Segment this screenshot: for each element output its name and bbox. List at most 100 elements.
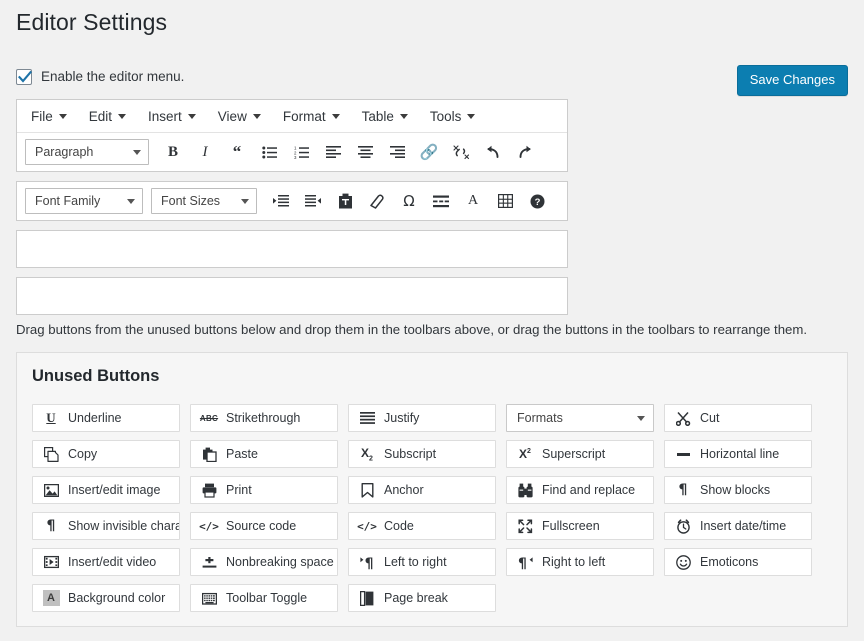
angle-brackets-icon: </> xyxy=(199,517,219,535)
drag-hint-text: Drag buttons from the unused buttons bel… xyxy=(16,322,807,337)
unused-button-background-color[interactable]: ABackground color xyxy=(32,584,180,612)
font-sizes-select[interactable]: Font Sizes xyxy=(151,188,257,214)
enable-editor-menu-label: Enable the editor menu. xyxy=(41,70,184,84)
paragraph-format-select[interactable]: Paragraph xyxy=(25,139,149,165)
unused-button-toolbar-toggle[interactable]: Toolbar Toggle xyxy=(190,584,338,612)
font-family-select[interactable]: Font Family xyxy=(25,188,143,214)
menu-item-file[interactable]: File xyxy=(31,109,67,124)
unused-button-print[interactable]: Print xyxy=(190,476,338,504)
unused-button-left-to-right[interactable]: ¶ Left to right xyxy=(348,548,496,576)
unused-button-label: Justify xyxy=(384,412,419,425)
unused-button-label: Insert date/time xyxy=(700,520,786,533)
text-color-icon[interactable]: A xyxy=(457,186,489,216)
menu-item-format[interactable]: Format xyxy=(283,109,340,124)
unused-button-page-break[interactable]: Page break xyxy=(348,584,496,612)
unused-button-insert-edit-image[interactable]: Insert/edit image xyxy=(32,476,180,504)
unused-button-label: Copy xyxy=(68,448,97,461)
svg-text:¶: ¶ xyxy=(364,556,373,570)
enable-editor-menu-checkbox[interactable] xyxy=(16,69,32,85)
unused-button-insert-date-time[interactable]: Insert date/time xyxy=(664,512,812,540)
insert-link-icon[interactable]: 🔗 xyxy=(413,137,445,167)
empty-toolbar-row-4[interactable] xyxy=(16,277,568,315)
unused-select-formats[interactable]: Formats xyxy=(506,404,654,432)
unused-button-right-to-left[interactable]: ¶Right to left xyxy=(506,548,654,576)
chevron-down-icon xyxy=(127,199,135,204)
unused-button-label: Insert/edit video xyxy=(68,556,156,569)
menu-item-table[interactable]: Table xyxy=(362,109,408,124)
image-icon xyxy=(41,481,61,499)
unused-button-emoticons[interactable]: Emoticons xyxy=(664,548,812,576)
menu-item-view[interactable]: View xyxy=(218,109,261,124)
blockquote-icon[interactable]: “ xyxy=(221,137,253,167)
unused-button-show-blocks[interactable]: ¶Show blocks xyxy=(664,476,812,504)
unused-button-cut[interactable]: Cut xyxy=(664,404,812,432)
chevron-down-icon xyxy=(241,199,249,204)
bullet-list-icon[interactable] xyxy=(253,137,285,167)
toolbar-panel-2: Font Family Font Sizes xyxy=(16,181,568,221)
clear-formatting-icon[interactable] xyxy=(361,186,393,216)
ltr-pilcrow-icon: ¶ xyxy=(357,553,377,571)
menu-item-edit[interactable]: Edit xyxy=(89,109,126,124)
unused-button-subscript[interactable]: X2Subscript xyxy=(348,440,496,468)
unused-button-underline[interactable]: UUnderline xyxy=(32,404,180,432)
insert-table-icon[interactable] xyxy=(489,186,521,216)
align-right-icon[interactable] xyxy=(381,137,413,167)
increase-indent-icon[interactable] xyxy=(265,186,297,216)
menu-item-insert[interactable]: Insert xyxy=(148,109,196,124)
unused-button-code[interactable]: </>Code xyxy=(348,512,496,540)
unused-button-fullscreen[interactable]: Fullscreen xyxy=(506,512,654,540)
align-left-icon[interactable] xyxy=(317,137,349,167)
copy-icon xyxy=(41,445,61,463)
read-more-icon[interactable] xyxy=(425,186,457,216)
empty-toolbar-row-3[interactable] xyxy=(16,230,568,268)
unused-button-strikethrough[interactable]: ABCStrikethrough xyxy=(190,404,338,432)
scissors-icon xyxy=(673,409,693,427)
unused-button-justify[interactable]: Justify xyxy=(348,404,496,432)
pilcrow-icon: ¶ xyxy=(673,481,693,499)
printer-icon xyxy=(199,481,219,499)
unused-button-nonbreaking-space[interactable]: Nonbreaking space xyxy=(190,548,338,576)
align-justify-icon xyxy=(357,409,377,427)
unused-button-find-and-replace[interactable]: Find and replace xyxy=(506,476,654,504)
chevron-down-icon xyxy=(133,150,141,155)
unused-button-label: Cut xyxy=(700,412,719,425)
unused-button-insert-edit-video[interactable]: Insert/edit video xyxy=(32,548,180,576)
italic-icon[interactable]: I xyxy=(189,137,221,167)
unused-button-label: Insert/edit image xyxy=(68,484,160,497)
fullscreen-arrows-icon xyxy=(515,517,535,535)
special-character-icon[interactable]: Ω xyxy=(393,186,425,216)
unused-button-label: Left to right xyxy=(384,556,447,569)
enable-editor-menu-row: Enable the editor menu. xyxy=(16,69,184,85)
anchor-bookmark-icon xyxy=(357,481,377,499)
chevron-down-icon xyxy=(467,114,475,119)
unused-button-label: Horizontal line xyxy=(700,448,779,461)
unused-button-anchor[interactable]: Anchor xyxy=(348,476,496,504)
chevron-down-icon xyxy=(188,114,196,119)
unused-button-paste[interactable]: Paste xyxy=(190,440,338,468)
svg-text:?: ? xyxy=(534,197,540,208)
unused-button-source-code[interactable]: </>Source code xyxy=(190,512,338,540)
save-changes-button[interactable]: Save Changes xyxy=(737,65,848,96)
unused-buttons-grid: UUnderline ABCStrikethrough Justify Formats… xyxy=(32,404,832,612)
unused-button-label: Underline xyxy=(68,412,122,425)
bold-icon[interactable]: B xyxy=(157,137,189,167)
unused-button-superscript[interactable]: X2Superscript xyxy=(506,440,654,468)
chevron-down-icon xyxy=(253,114,261,119)
unused-button-show-invisible-chara[interactable]: ¶Show invisible chara... xyxy=(32,512,180,540)
decrease-indent-icon[interactable] xyxy=(297,186,329,216)
unused-button-label: Formats xyxy=(517,412,563,425)
pilcrow-icon: ¶ xyxy=(41,517,61,535)
unused-button-horizontal-line[interactable]: Horizontal line xyxy=(664,440,812,468)
redo-icon[interactable] xyxy=(509,137,541,167)
toolbar-row-1: Paragraph B I “ 1 xyxy=(17,133,567,171)
remove-link-icon[interactable] xyxy=(445,137,477,167)
chevron-down-icon xyxy=(637,416,645,421)
paste-as-text-icon[interactable] xyxy=(329,186,361,216)
undo-icon[interactable] xyxy=(477,137,509,167)
unused-button-label: Background color xyxy=(68,592,165,605)
unused-button-copy[interactable]: Copy xyxy=(32,440,180,468)
align-center-icon[interactable] xyxy=(349,137,381,167)
keyboard-shortcuts-icon[interactable]: ? xyxy=(521,186,553,216)
numbered-list-icon[interactable]: 1 2 3 xyxy=(285,137,317,167)
menu-item-tools[interactable]: Tools xyxy=(430,109,476,124)
